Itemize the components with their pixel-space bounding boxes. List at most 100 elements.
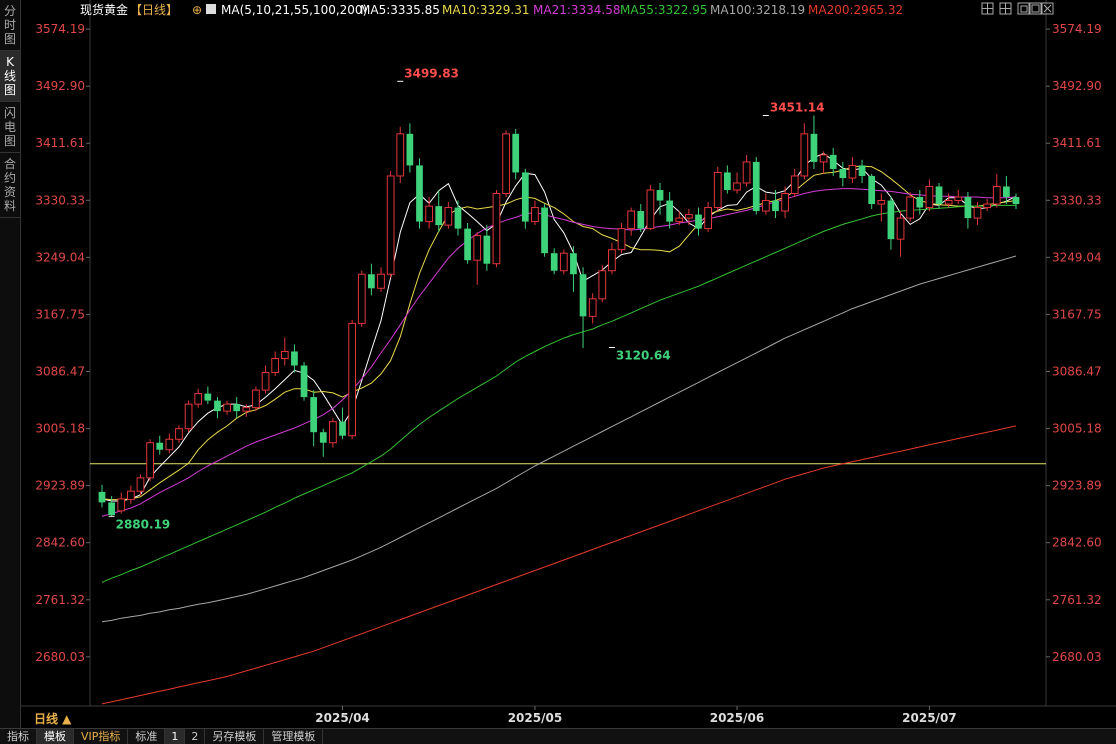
candle[interactable] [319,428,327,457]
candle[interactable] [954,190,963,205]
candle[interactable] [800,123,809,180]
standard-tab[interactable]: 标准 [128,729,166,744]
layout-1-tab[interactable]: 1 [165,729,186,744]
candle[interactable] [464,222,471,264]
layout-2-tab[interactable]: 2 [185,729,206,744]
candle[interactable] [406,123,414,173]
candle[interactable] [357,270,366,327]
restore-icon[interactable] [1017,2,1030,15]
candle[interactable] [704,201,712,233]
candle[interactable] [541,204,548,257]
candle[interactable] [502,130,510,198]
candle[interactable] [772,190,779,219]
tab-kline[interactable]: K 线 图 [0,51,20,102]
candle[interactable] [483,225,491,271]
save-template-button[interactable]: 另存模板 [205,729,265,744]
candle[interactable] [627,207,636,236]
candle[interactable] [925,179,934,212]
candle[interactable] [300,362,308,401]
kline-chart[interactable]: 3499.83 3451.14 3120.64 2880.19 3574.19 3574… [20,0,1116,728]
candle[interactable] [416,158,423,229]
vip-indicator-tab[interactable]: VIP指标 [74,729,129,744]
candle[interactable] [839,161,847,187]
candle[interactable] [492,190,501,268]
candle[interactable] [280,337,289,366]
candle[interactable] [435,190,443,233]
candle[interactable] [261,365,270,394]
candle[interactable] [156,435,164,455]
manage-template-button[interactable]: 管理模板 [264,729,324,744]
candle[interactable] [310,390,318,447]
candle[interactable] [165,433,174,454]
candle[interactable] [983,199,992,212]
candle[interactable] [521,168,529,229]
candle[interactable] [386,171,395,278]
candle[interactable] [666,192,674,229]
candle[interactable] [204,386,212,405]
candle[interactable] [695,207,702,236]
candle[interactable] [136,474,145,496]
candle[interactable] [752,157,760,215]
candle[interactable] [444,201,453,229]
candle[interactable] [175,425,183,443]
candle[interactable] [964,192,972,229]
candle[interactable] [646,185,655,231]
candle[interactable] [339,407,346,440]
candle[interactable] [348,319,357,440]
add-indicator-icon[interactable]: ⊕ [192,3,202,17]
candle[interactable] [291,344,298,373]
candle[interactable] [906,192,915,222]
tab-contract-info[interactable]: 合 约 资 料 [0,153,20,218]
candle[interactable] [329,418,337,448]
candle[interactable] [896,211,905,257]
crosshair-icon[interactable] [981,2,994,15]
candle[interactable] [637,204,645,233]
candle[interactable] [271,351,280,377]
candle[interactable] [454,200,462,236]
candle[interactable] [368,263,375,296]
candle[interactable] [252,386,260,412]
candle[interactable] [916,190,924,215]
candle[interactable] [1012,193,1020,209]
candle[interactable] [848,157,857,183]
candle[interactable] [396,126,405,183]
close-icon[interactable] [1041,2,1054,15]
candle[interactable] [531,200,539,226]
maximize-icon[interactable] [1029,2,1042,15]
candle[interactable] [98,484,106,508]
tab-timeshare[interactable]: 分 时 图 [0,0,20,51]
candle[interactable] [819,151,828,174]
template-tab[interactable]: 模板 [37,729,74,744]
candle[interactable] [512,128,520,180]
candle[interactable] [559,249,568,275]
candle[interactable] [887,196,895,250]
candle[interactable] [790,168,799,198]
candle[interactable] [146,439,154,482]
candle[interactable] [184,400,193,433]
candle[interactable] [733,172,741,194]
indicator-tab[interactable]: 指标 [0,729,37,744]
grid-icon[interactable] [999,2,1012,15]
candle[interactable] [761,193,770,215]
candle[interactable] [617,222,626,254]
candle[interactable] [685,208,693,226]
candle[interactable] [992,173,1001,208]
candle[interactable] [473,232,482,285]
candle[interactable] [858,159,866,183]
candle[interactable] [233,397,241,419]
ma-settings-icon[interactable] [206,4,216,14]
candle[interactable] [126,485,135,504]
candle[interactable] [810,115,818,169]
candle[interactable] [223,400,231,415]
candle[interactable] [598,265,607,303]
candle[interactable] [214,397,221,419]
candle[interactable] [724,165,731,194]
candle[interactable] [588,293,597,324]
candle[interactable] [117,492,126,514]
candle[interactable] [570,246,577,292]
period-selector[interactable]: 日线 ▲ [34,711,72,726]
candle[interactable] [713,166,722,212]
candle[interactable] [194,388,203,408]
candle[interactable] [742,154,751,187]
candle[interactable] [377,267,385,292]
